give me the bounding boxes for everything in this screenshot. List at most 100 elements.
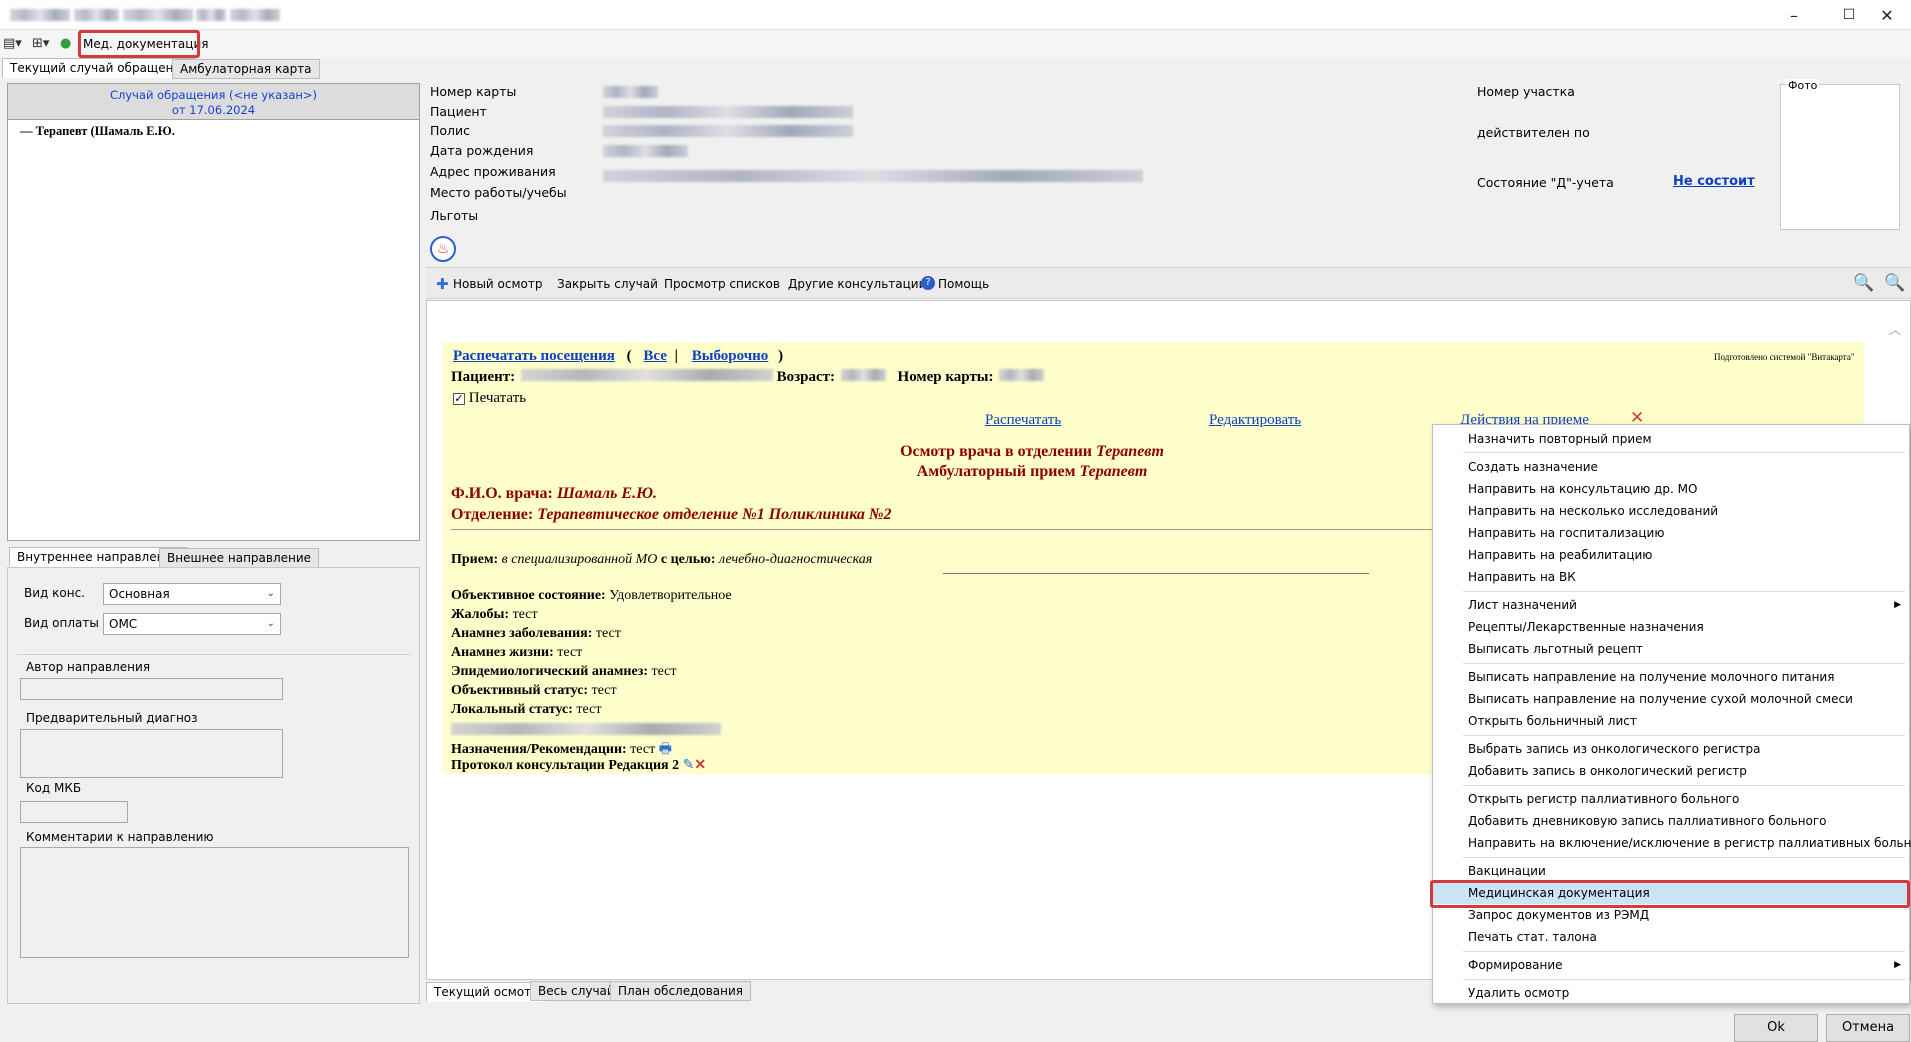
- case-date: от 17.06.2024: [171, 103, 256, 117]
- redacted-policy: [603, 125, 853, 140]
- mkb-field[interactable]: [20, 801, 128, 823]
- edit-icon[interactable]: ✎: [683, 758, 695, 773]
- card-label: Номер карты:: [897, 369, 994, 385]
- menu-item-milk-nutrition[interactable]: Выписать направление на получение молочн…: [1433, 666, 1909, 688]
- reception-line: Прием: в специализированной МО с целью: …: [451, 552, 873, 567]
- menu-item-palliative-diary[interactable]: Добавить дневниковую запись паллиативног…: [1433, 810, 1909, 832]
- tab-current-case[interactable]: Текущий случай обращения: [2, 58, 197, 78]
- dept-line: Отделение: Терапевтическое отделение №1 …: [451, 506, 892, 523]
- help-button[interactable]: Помощь: [938, 277, 989, 291]
- close-window-icon[interactable]: ✕: [1864, 0, 1910, 30]
- info-icon[interactable]: ●: [60, 36, 71, 51]
- print-visits-link[interactable]: Распечатать посещения: [453, 348, 615, 364]
- checkbox-icon[interactable]: ✓: [453, 393, 465, 405]
- zoom-out-icon[interactable]: 🔍: [1884, 273, 1905, 293]
- zoom-in-icon[interactable]: 🔍: [1853, 273, 1874, 293]
- menu-item-create-appointment[interactable]: Создать назначение: [1433, 456, 1909, 478]
- menu-item-delete-exam[interactable]: Удалить осмотр: [1433, 982, 1909, 1004]
- menu-item-benefit-recipe[interactable]: Выписать льготный рецепт: [1433, 638, 1909, 660]
- menu-item-vk[interactable]: Направить на ВК: [1433, 566, 1909, 588]
- print-link[interactable]: Распечатать: [985, 412, 1061, 429]
- patient-info: Номер карты Пациент Полис Дата рождения …: [430, 79, 1910, 267]
- exam-row: Анамнез жизни: тест: [451, 645, 583, 660]
- exam-row: Объективное состояние: Удовлетворительно…: [451, 588, 732, 603]
- menu-separator: [1463, 591, 1905, 592]
- prelim-diag-field[interactable]: [20, 729, 283, 778]
- main-toolbar: ▤▾ ⊞▾ ● Мед. документация: [0, 30, 1911, 58]
- vid-kons-select[interactable]: Основная ⌄: [103, 583, 281, 605]
- menu-item-multi-research[interactable]: Направить на несколько исследований: [1433, 500, 1909, 522]
- menu-item-add-onco[interactable]: Добавить запись в онкологический регистр: [1433, 760, 1909, 782]
- menu-item-repeat-visit[interactable]: Назначить повторный прием: [1433, 428, 1909, 450]
- redacted-birthdate: [603, 145, 688, 160]
- menu-item-prescription-sheet[interactable]: Лист назначений ▶: [1433, 594, 1909, 616]
- photo-label: Фото: [1786, 79, 1820, 92]
- scroll-up-icon[interactable]: ︿: [1889, 321, 1901, 338]
- menu-separator: [1463, 663, 1905, 664]
- photo-frame: Фото: [1780, 79, 1900, 230]
- menu-item-stat-ticket[interactable]: Печать стат. талона: [1433, 926, 1909, 948]
- field-card-number: Номер карты: [430, 84, 517, 99]
- age-label: Возраст:: [776, 369, 836, 385]
- menu-separator: [1463, 452, 1905, 453]
- tab-ambulatory-card[interactable]: Амбулаторная карта: [172, 59, 320, 79]
- tree-item-therapist[interactable]: — Терапевт (Шамаль Е.Ю.: [20, 124, 175, 139]
- menu-item-vaccinations[interactable]: Вакцинации: [1433, 860, 1909, 882]
- delete-protocol-icon[interactable]: ✕: [694, 758, 706, 773]
- menu-separator: [1463, 951, 1905, 952]
- edit-link[interactable]: Редактировать: [1209, 412, 1301, 429]
- selective-link[interactable]: Выборочно: [692, 348, 769, 364]
- menu-item-sick-leave[interactable]: Открыть больничный лист: [1433, 710, 1909, 732]
- menu-item-consult-other-mo[interactable]: Направить на консультацию др. МО: [1433, 478, 1909, 500]
- document-menu-icon[interactable]: ▤▾: [3, 36, 22, 51]
- menu-item-forming[interactable]: Формирование ▶: [1433, 954, 1909, 976]
- comments-label: Комментарии к направлению: [26, 830, 214, 844]
- menu-item-dry-milk[interactable]: Выписать направление на получение сухой …: [1433, 688, 1909, 710]
- view-lists-button[interactable]: Просмотр списков: [664, 277, 780, 291]
- other-consultations-button[interactable]: Другие консультации: [788, 277, 926, 291]
- patient-label: Пациент:: [451, 369, 516, 385]
- author-label: Автор направления: [26, 660, 151, 674]
- exam-row: Эпидемиологический анамнез: тест: [451, 664, 677, 679]
- new-exam-button[interactable]: Новый осмотр: [453, 277, 542, 291]
- menu-item-palliative-include[interactable]: Направить на включение/исключение в реги…: [1433, 832, 1911, 854]
- redacted-age: [840, 369, 886, 381]
- tab-current-exam[interactable]: Текущий осмотр: [426, 982, 547, 1002]
- d-state-link[interactable]: Не состоит: [1673, 174, 1755, 189]
- printer-icon[interactable]: 🖶: [659, 742, 672, 757]
- author-field[interactable]: [20, 678, 283, 700]
- tree-menu-icon[interactable]: ⊞▾: [32, 36, 49, 51]
- tab-exam-plan[interactable]: План обследования: [610, 981, 752, 1001]
- exam-rows: Объективное состояние: Удовлетворительно…: [451, 586, 732, 719]
- case-header: Случай обращения (<не указан>) от 17.06.…: [8, 84, 419, 120]
- menu-item-rehabilitation[interactable]: Направить на реабилитацию: [1433, 544, 1909, 566]
- exam-row: Анамнез заболевания: тест: [451, 626, 621, 641]
- patient-line: Пациент: Возраст: Номер карты:: [451, 369, 1045, 386]
- field-d-state: Состояние "Д"-учета: [1477, 175, 1614, 190]
- window-title-redacted: [10, 9, 281, 24]
- submenu-arrow-icon: ▶: [1894, 960, 1901, 970]
- all-link[interactable]: Все: [643, 348, 667, 364]
- minimize-icon[interactable]: –: [1771, 0, 1817, 30]
- close-case-button[interactable]: Закрыть случай: [557, 277, 658, 291]
- tab-whole-case[interactable]: Весь случай: [530, 981, 623, 1001]
- tab-external-direction[interactable]: Внешнее направление: [159, 548, 320, 568]
- doctor-line: Ф.И.О. врача: Шамаль Е.Ю.: [451, 485, 657, 502]
- print-checkbox-row[interactable]: ✓ Печатать: [453, 390, 526, 407]
- menu-item-recipes[interactable]: Рецепты/Лекарственные назначения: [1433, 616, 1909, 638]
- comments-field[interactable]: [20, 847, 409, 958]
- vid-kons-label: Вид конс.: [24, 586, 85, 600]
- menu-separator: [1463, 785, 1905, 786]
- exam-row: Жалобы: тест: [451, 607, 538, 622]
- menu-item-remd-request[interactable]: Запрос документов из РЭМД: [1433, 904, 1909, 926]
- actions-toolbar: ✚ Новый осмотр Закрыть случай Просмотр с…: [426, 267, 1911, 299]
- lungs-icon[interactable]: ♨: [430, 236, 456, 262]
- highlight-med-docs: [78, 30, 200, 58]
- redacted-card-number: [603, 86, 658, 101]
- menu-item-select-onco[interactable]: Выбрать запись из онкологического регист…: [1433, 738, 1909, 760]
- vid-oplaty-select[interactable]: ОМС ⌄: [103, 613, 281, 635]
- menu-item-hospitalization[interactable]: Направить на госпитализацию: [1433, 522, 1909, 544]
- menu-item-palliative-register[interactable]: Открыть регистр паллиативного больного: [1433, 788, 1909, 810]
- field-patient: Пациент: [430, 104, 487, 119]
- field-address: Адрес проживания: [430, 164, 556, 179]
